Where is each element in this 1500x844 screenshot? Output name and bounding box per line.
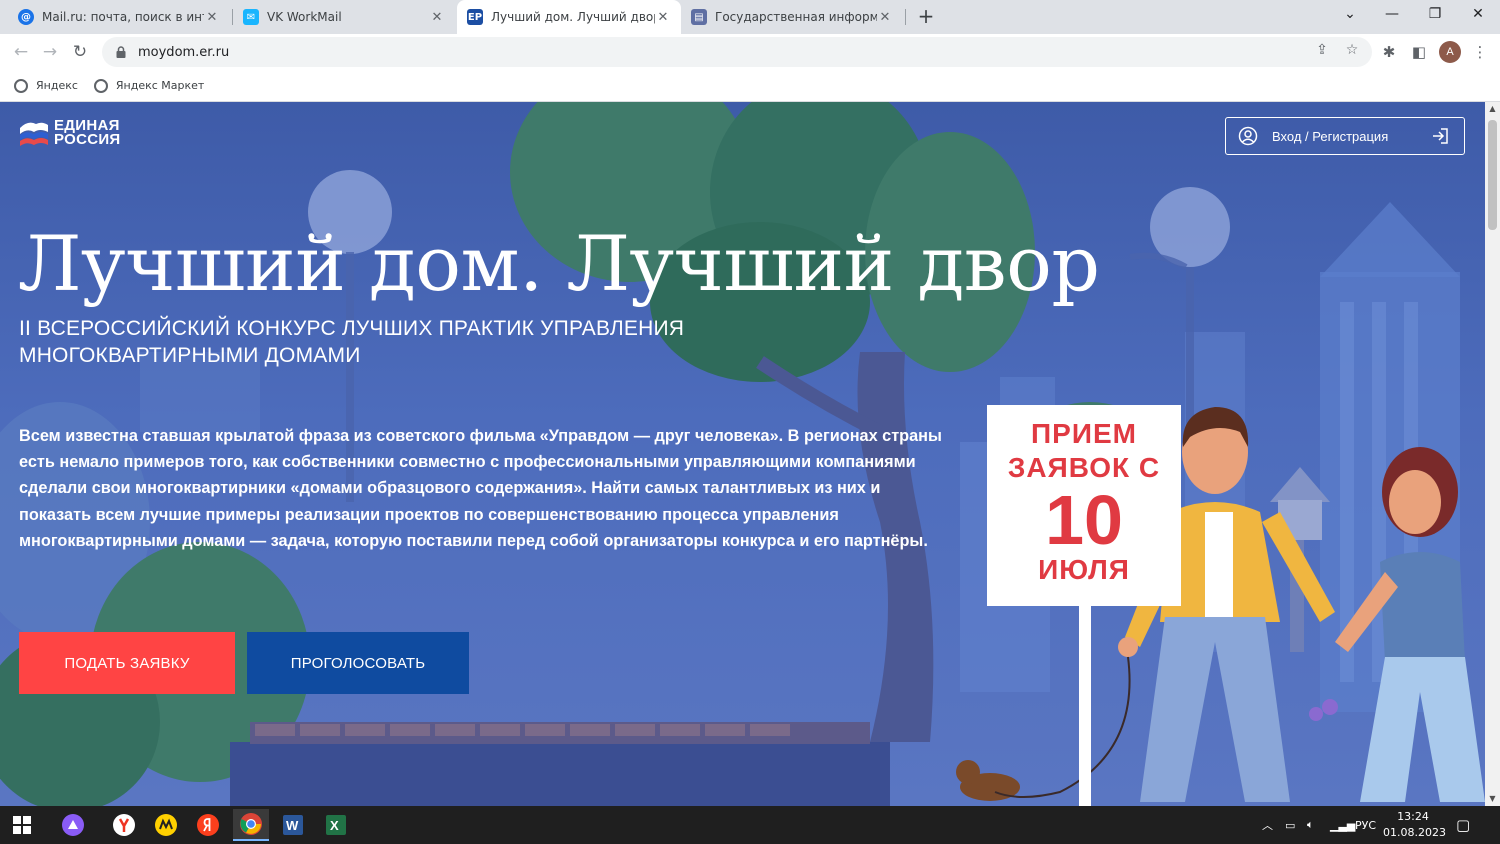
bookmark-yandex[interactable]: Яндекс — [14, 78, 78, 93]
tab-title: VK WorkMail — [267, 10, 342, 24]
page-viewport: ЕДИНАЯ РОССИЯ Вход / Регистрация Лучший … — [0, 102, 1485, 806]
yandex-market-icon[interactable] — [148, 809, 184, 841]
bookmark-label: Яндекс — [36, 79, 78, 92]
svg-text:X: X — [330, 818, 339, 833]
clock-date: 01.08.2023 — [1383, 826, 1446, 839]
page-scrollbar[interactable]: ▲ ▼ — [1485, 102, 1500, 806]
tab-title: Лучший дом. Лучший двор — [491, 10, 655, 24]
address-bar[interactable]: moydom.er.ru — [102, 37, 1372, 67]
user-circle-icon — [1238, 126, 1258, 146]
login-label: Вход / Регистрация — [1272, 128, 1389, 144]
mailru-favicon-icon: @ — [18, 9, 34, 25]
new-tab-button[interactable]: + — [914, 5, 938, 29]
sign-month: ИЮЛЯ — [1038, 554, 1130, 585]
globe-icon — [14, 78, 28, 93]
forward-arrow-icon[interactable]: → — [37, 39, 63, 65]
sign-day: 10 — [1045, 481, 1123, 559]
tab-gov-info[interactable]: ▤ Государственная информационная ✕ — [681, 0, 903, 34]
page-description: Всем известна ставшая крылатой фраза из … — [19, 427, 942, 550]
share-icon[interactable]: ⇪ — [1313, 41, 1331, 59]
close-window-icon[interactable]: ✕ — [1456, 0, 1500, 30]
sign-post — [1079, 606, 1091, 806]
volume-icon[interactable]: 🔈︎ — [1307, 806, 1314, 844]
reload-icon[interactable]: ↻ — [67, 39, 93, 65]
application-start-sign: ПРИЕМ ЗАЯВОК С 10 ИЮЛЯ — [987, 405, 1181, 606]
lock-icon[interactable] — [114, 45, 128, 59]
extensions-puzzle-icon[interactable]: ✱ — [1377, 40, 1401, 64]
alice-assistant-icon[interactable] — [55, 809, 91, 841]
page-title: Лучший дом. Лучший двор — [18, 219, 1100, 308]
sign-in-arrow-icon — [1433, 128, 1448, 144]
notifications-icon[interactable]: ▢ — [1456, 806, 1470, 844]
chrome-taskbar-icon[interactable] — [233, 809, 269, 841]
close-tab-icon[interactable]: ✕ — [204, 10, 220, 25]
scroll-down-arrow-icon[interactable]: ▼ — [1485, 792, 1500, 806]
kebab-menu-icon[interactable]: ⋮ — [1468, 40, 1492, 64]
tab-mailru[interactable]: @ Mail.ru: почта, поиск в интернете ✕ — [8, 0, 230, 34]
er-favicon-icon: ЕР — [467, 9, 483, 25]
tab-search-chevron-icon[interactable]: ⌄ — [1328, 0, 1372, 30]
close-tab-icon[interactable]: ✕ — [429, 10, 445, 25]
bookmark-label: Яндекс Маркет — [115, 79, 205, 92]
excel-taskbar-icon[interactable]: X — [318, 809, 354, 841]
submit-application-button[interactable]: ПОДАТЬ ЗАЯВКУ — [19, 632, 235, 694]
clock-time: 13:24 — [1397, 810, 1429, 823]
yandex-icon[interactable] — [190, 809, 226, 841]
word-taskbar-icon[interactable]: W — [275, 809, 311, 841]
sign-line-2: ЗАЯВОК С — [1007, 452, 1161, 483]
globe-icon — [93, 78, 108, 93]
bookmark-star-icon[interactable]: ☆ — [1343, 41, 1361, 59]
close-tab-icon[interactable]: ✕ — [877, 10, 893, 25]
browser-tab-strip: @ Mail.ru: почта, поиск в интернете ✕ ✉ … — [0, 0, 1500, 34]
tab-title: Государственная информационная — [715, 10, 877, 24]
united-russia-logo[interactable]: ЕДИНАЯ РОССИЯ — [18, 118, 121, 148]
show-hidden-icons-chevron-icon[interactable]: ︿ — [1262, 806, 1273, 844]
windows-taskbar: W X ︿ ▭ 🔈︎ ▁▃▅ РУС 13:24 01.08.2023 ▢ — [0, 806, 1500, 844]
restore-window-icon[interactable]: ❐ — [1413, 0, 1457, 30]
tab-vk-workmail[interactable]: ✉ VK WorkMail ✕ — [233, 0, 455, 34]
yandex-browser-icon[interactable] — [106, 809, 142, 841]
bookmark-yandex-market[interactable]: Яндекс Маркет — [93, 78, 205, 93]
svg-text:W: W — [286, 818, 299, 833]
profile-avatar[interactable]: A — [1439, 41, 1461, 63]
tab-moydom-active[interactable]: ЕР Лучший дом. Лучший двор ✕ — [457, 0, 681, 34]
gov-favicon-icon: ▤ — [691, 9, 707, 25]
back-arrow-icon[interactable]: ← — [8, 39, 34, 65]
close-tab-icon[interactable]: ✕ — [655, 10, 671, 25]
language-indicator[interactable]: РУС — [1355, 806, 1376, 844]
windows-start-icon[interactable] — [4, 809, 40, 841]
bear-flag-logo-icon — [20, 122, 48, 146]
scrollbar-thumb[interactable] — [1488, 120, 1497, 230]
system-clock[interactable]: 13:24 01.08.2023 — [1383, 809, 1446, 841]
side-panel-icon[interactable]: ◧ — [1407, 40, 1431, 64]
page-subtitle: II ВСЕРОССИЙСКИЙ КОНКУРС ЛУЧШИХ ПРАКТИК … — [19, 317, 685, 367]
login-register-button[interactable]: Вход / Регистрация — [1225, 117, 1465, 155]
minimize-window-icon[interactable]: — — [1370, 0, 1414, 30]
scroll-up-arrow-icon[interactable]: ▲ — [1485, 102, 1500, 116]
battery-icon[interactable]: ▭ — [1285, 806, 1295, 844]
sign-line-1: ПРИЕМ — [1031, 418, 1137, 449]
vk-workmail-favicon-icon: ✉ — [243, 9, 259, 25]
bookmarks-bar: Яндекс Яндекс Маркет — [0, 70, 1500, 102]
logo-line-2: РОССИЯ — [54, 131, 121, 148]
network-icon[interactable]: ▁▃▅ — [1330, 806, 1355, 844]
vote-button[interactable]: ПРОГОЛОСОВАТЬ — [247, 632, 469, 694]
browser-toolbar: ← → ↻ moydom.er.ru ⇪ ☆ ✱ ◧ A ⋮ — [0, 34, 1500, 70]
tab-title: Mail.ru: почта, поиск в интернете — [42, 10, 204, 24]
tab-separator — [905, 9, 906, 25]
url-text[interactable]: moydom.er.ru — [138, 45, 229, 60]
